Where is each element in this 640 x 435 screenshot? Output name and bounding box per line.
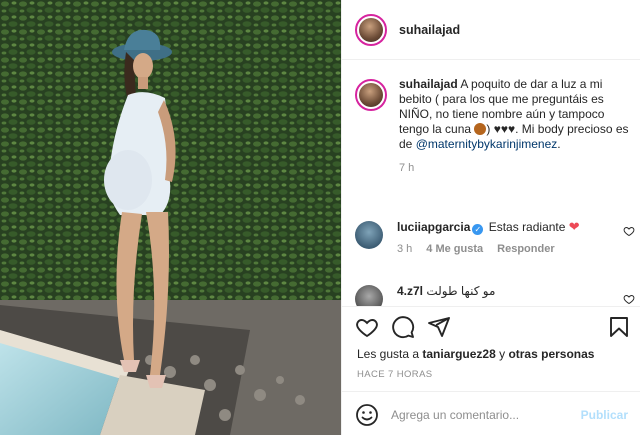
caption-timestamp[interactable]: 7 h [399, 162, 629, 174]
post-photo[interactable] [0, 0, 341, 435]
post-actions: Les gusta a taniarguez28 y otras persona… [342, 306, 640, 435]
comment-text: luciiapgarcia ✓ Estas radiante ❤ [397, 219, 602, 235]
comment-like-heart-icon[interactable] [623, 225, 635, 237]
monkey-emoji-icon [474, 123, 487, 135]
liked-by-prefix: Les gusta a [357, 347, 420, 361]
comment-meta: 3 h 4 Me gusta Responder [397, 243, 602, 255]
like-heart-icon[interactable] [355, 315, 379, 339]
caption-username[interactable]: suhailajad [399, 77, 458, 91]
save-bookmark-icon[interactable] [607, 315, 631, 339]
liked-by-conjunction: y [499, 347, 506, 361]
likes-summary: Les gusta a taniarguez28 y otras persona… [357, 347, 594, 361]
liked-by-user[interactable]: taniarguez28 [422, 347, 495, 361]
verified-badge-icon: ✓ [472, 224, 484, 235]
comment-text: 4.z7l مو كنها طولت [397, 283, 602, 299]
post-photo-illustration [0, 0, 341, 435]
post-time-ago[interactable]: HACE 7 HORAS [357, 369, 433, 380]
commenter-avatar[interactable] [355, 221, 383, 249]
comment-timestamp[interactable]: 3 h [397, 243, 412, 255]
publish-button[interactable]: Publicar [581, 408, 628, 422]
caption-avatar[interactable] [355, 79, 387, 111]
comment-like-heart-icon[interactable] [623, 293, 635, 305]
share-paper-plane-icon[interactable] [427, 315, 451, 339]
action-icons-row [355, 315, 631, 339]
post-caption: suhailajad A poquito de dar a luz a mi b… [355, 77, 635, 174]
comment-reply-button[interactable]: Responder [497, 243, 554, 255]
comment-username[interactable]: 4.z7l [397, 284, 423, 298]
caption-mention-link[interactable]: @maternitybykarinjimenez [416, 137, 558, 151]
comment-body: مو كنها طولت [426, 284, 496, 298]
emoji-picker-icon[interactable] [355, 403, 379, 427]
comment-likes-count[interactable]: 4 Me gusta [426, 243, 483, 255]
comment-item: luciiapgarcia ✓ Estas radiante ❤ 3 h 4 Me… [355, 219, 635, 255]
comment-username[interactable]: luciiapgarcia [397, 220, 470, 234]
comments-section[interactable]: suhailajad A poquito de dar a luz a mi b… [342, 61, 640, 306]
author-username[interactable]: suhailajad [399, 23, 460, 37]
comment-bubble-icon[interactable] [391, 315, 415, 339]
commenter-avatar[interactable] [355, 285, 383, 306]
caption-period: . [557, 137, 561, 151]
comment-body: Estas radiante [488, 220, 566, 234]
author-avatar[interactable] [355, 13, 387, 46]
post-sidebar: suhailajad suhailajad A poquito de dar a… [341, 0, 640, 435]
comment-input[interactable] [391, 404, 581, 425]
caption-text: suhailajad A poquito de dar a luz a mi b… [399, 77, 629, 152]
comment-item: 4.z7l مو كنها طولت [355, 283, 635, 306]
add-comment-bar: Publicar [342, 391, 640, 435]
post-header: suhailajad [342, 0, 640, 60]
liked-by-others[interactable]: otras personas [508, 347, 594, 361]
red-heart-emoji-icon: ❤ [568, 219, 580, 234]
